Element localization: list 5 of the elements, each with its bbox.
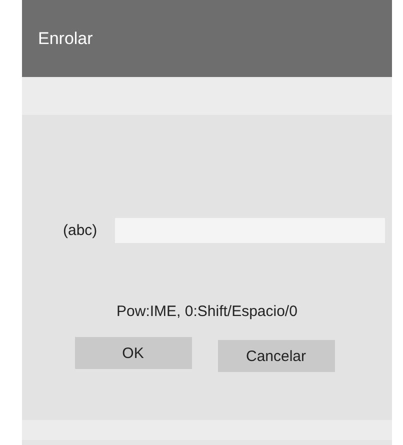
window-title: Enrolar [38,28,93,48]
field-label: (abc) [63,222,98,239]
cancel-button[interactable]: Cancelar [218,340,334,372]
hint-text: Pow:IME, 0:Shift/Espacio/0 [116,303,298,320]
ok-button[interactable]: OK [74,337,192,369]
